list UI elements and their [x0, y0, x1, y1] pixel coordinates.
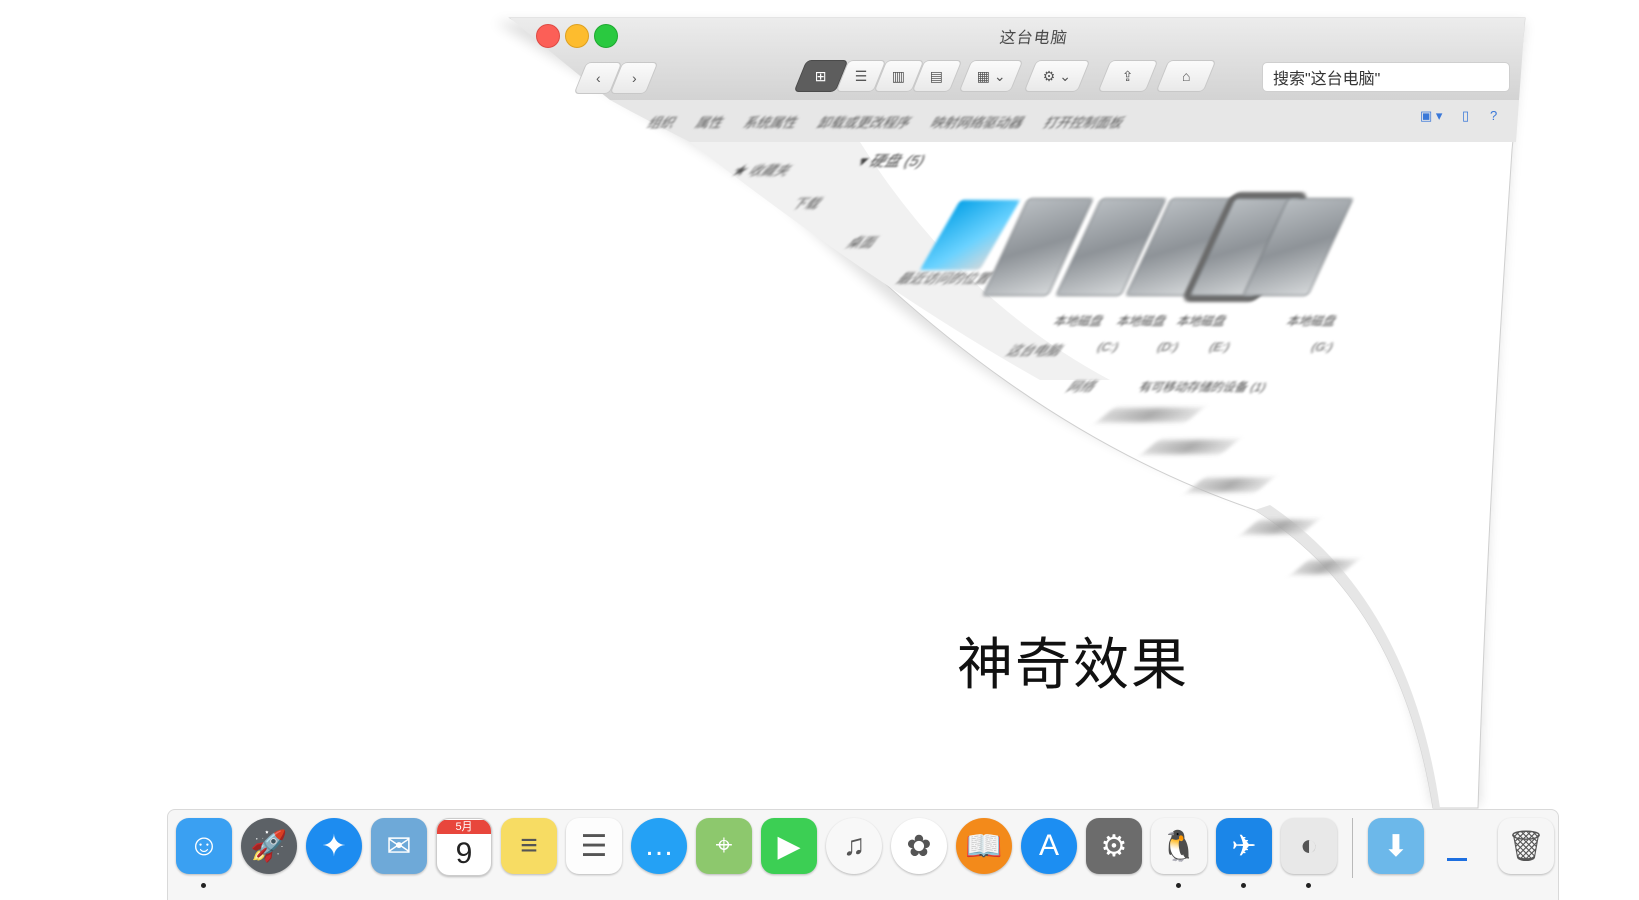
dock-icon-glyph: 🐧: [1160, 829, 1198, 863]
dock-item[interactable]: ≡: [501, 818, 557, 878]
genie-minimizing-window: 这台电脑 ‹ › ⊞ ☰ ▥ ▤ ▦ ⌄ ⚙ ⌄ ⇪ ⌂ 搜索"这台电脑" 组织…: [0, 0, 1639, 900]
dock-item[interactable]: ◐: [1281, 818, 1337, 888]
minimized-window-thumb[interactable]: [1433, 818, 1489, 874]
command-map-drive[interactable]: 映射网络驱动器: [928, 112, 1030, 131]
running-indicator: [1306, 883, 1311, 888]
running-indicator: [201, 883, 206, 888]
dock-icon-glyph: A: [1038, 829, 1059, 862]
itunes-icon[interactable]: ♫: [826, 818, 882, 874]
dock-item[interactable]: 🐧: [1151, 818, 1207, 888]
dock-icon-glyph: ◐: [1299, 829, 1319, 862]
finder-icon[interactable]: ☺: [176, 818, 232, 874]
dock-item[interactable]: ⬇: [1368, 818, 1424, 878]
trash-icon[interactable]: 🗑: [1498, 818, 1554, 874]
overlay-caption: 神奇效果: [957, 633, 1189, 696]
dock-icon-glyph: ✿: [906, 829, 932, 863]
dock-icon-glyph: ⬇: [1383, 829, 1409, 863]
safari-icon[interactable]: ✦: [306, 818, 362, 874]
dock-item[interactable]: ✈: [1216, 818, 1272, 888]
ibooks-icon[interactable]: 📖: [956, 818, 1012, 874]
command-control-panel[interactable]: 打开控制面板: [1041, 112, 1130, 131]
drive-c-label: 本地磁盘: [1051, 314, 1107, 328]
dock-item[interactable]: ▶: [761, 818, 817, 878]
preview-pane-icon[interactable]: ▯: [1462, 108, 1469, 124]
window-zoom-button[interactable]: [594, 24, 618, 48]
search-input[interactable]: 搜索"这台电脑": [1262, 62, 1510, 92]
drive-d-label: 本地磁盘: [1114, 314, 1170, 328]
dock-item[interactable]: ✦: [306, 818, 362, 878]
minimized-window-bar: [1447, 858, 1467, 861]
dock-item[interactable]: A: [1021, 818, 1077, 878]
dock-item[interactable]: 📖: [956, 818, 1012, 878]
dock-item[interactable]: ♫: [826, 818, 882, 878]
xunlei-icon[interactable]: ✈: [1216, 818, 1272, 874]
calendar-day-label: 9: [455, 837, 473, 870]
dock-item[interactable]: ☰: [566, 818, 622, 878]
mail-icon[interactable]: ✉: [371, 818, 427, 874]
dock-icon-glyph: ♫: [842, 829, 866, 862]
command-properties[interactable]: 属性: [693, 112, 730, 131]
photos-icon[interactable]: ✿: [891, 818, 947, 874]
dock-icon-glyph: 🗑: [1506, 829, 1546, 863]
window-title: 这台电脑: [998, 30, 1069, 47]
dock-item[interactable]: 5月 9: [436, 818, 492, 878]
dock-icon-glyph: 🚀: [250, 829, 288, 863]
app-store-icon[interactable]: A: [1021, 818, 1077, 874]
dock-item[interactable]: ✉: [371, 818, 427, 878]
drive-f-label: 本地磁盘: [1232, 314, 1288, 328]
dock-item[interactable]: ☺: [176, 818, 232, 888]
dock-icon-glyph: 📖: [965, 829, 1003, 863]
dock-icon-glyph: ⌖: [715, 829, 733, 862]
window-minimize-button[interactable]: [565, 24, 589, 48]
group-title-hard-disks[interactable]: ▾ 硬盘 (5): [854, 150, 930, 171]
dock-item[interactable]: …: [631, 818, 687, 878]
sidebar-item-recent[interactable]: 最近访问的位置: [893, 268, 999, 287]
dock-icon-glyph: ✦: [321, 829, 347, 863]
dock-item[interactable]: ⌖: [696, 818, 752, 878]
command-bar: 组织 属性 系统属性 卸载或更改程序 映射网络驱动器 打开控制面板: [640, 104, 1520, 138]
calendar-month-label: 5月: [437, 820, 491, 834]
window-close-button[interactable]: [536, 24, 560, 48]
messages-icon[interactable]: …: [631, 818, 687, 874]
running-indicator: [1241, 883, 1246, 888]
downloads-folder-icon[interactable]: ⬇: [1368, 818, 1424, 874]
drive-e-label: 本地磁盘: [1174, 314, 1230, 328]
command-uninstall[interactable]: 卸载或更改程序: [815, 112, 917, 131]
command-system-properties[interactable]: 系统属性: [741, 112, 804, 131]
notes-icon[interactable]: ≡: [501, 818, 557, 874]
dock-icon-glyph: …: [644, 829, 674, 862]
dock-icon-glyph: ≡: [520, 829, 538, 862]
smeared-row: [1142, 440, 1238, 454]
crossover-icon[interactable]: ◐: [1281, 818, 1337, 874]
dock-icon-glyph: ☺: [188, 829, 220, 862]
dock: ☺ 🚀 ✦ ✉ 5月 9 ≡ ☰… ⌖ ▶ ♫ ✿ 📖 A ⚙ 🐧 ✈ ◐ ⬇ 🗑: [167, 809, 1559, 900]
dock-item[interactable]: ⚙: [1086, 818, 1142, 878]
facetime-icon[interactable]: ▶: [761, 818, 817, 874]
dock-icon-glyph: ⚙: [1100, 829, 1128, 863]
dock-separator: [1352, 818, 1353, 878]
running-indicator: [1176, 883, 1181, 888]
dock-item[interactable]: ✿: [891, 818, 947, 878]
view-options-icon[interactable]: ▣ ▾: [1420, 108, 1442, 124]
dock-app-list: ☺ 🚀 ✦ ✉ 5月 9 ≡ ☰… ⌖ ▶ ♫ ✿ 📖 A ⚙ 🐧 ✈ ◐ ⬇ 🗑: [176, 818, 1554, 888]
removable-section-title[interactable]: 有可移动存储的设备 (1): [1136, 378, 1270, 395]
drive-g-label: 本地磁盘: [1284, 314, 1340, 328]
dock-item[interactable]: 🗑: [1498, 818, 1554, 878]
help-icon[interactable]: ?: [1490, 108, 1497, 123]
reminders-icon[interactable]: ☰: [566, 818, 622, 874]
dock-item[interactable]: 🚀: [241, 818, 297, 878]
dock-icon-glyph: ☰: [580, 829, 608, 863]
maps-icon[interactable]: ⌖: [696, 818, 752, 874]
calendar-icon[interactable]: 5月 9: [436, 818, 492, 876]
dock-icon-glyph: ✉: [386, 829, 412, 863]
launchpad-icon[interactable]: 🚀: [241, 818, 297, 874]
system-preferences-icon[interactable]: ⚙: [1086, 818, 1142, 874]
qq-icon[interactable]: 🐧: [1151, 818, 1207, 874]
dock-item[interactable]: [1433, 818, 1489, 878]
dock-icon-glyph: ✈: [1231, 829, 1257, 863]
smeared-row: [1097, 408, 1203, 422]
dock-icon-glyph: ▶: [777, 829, 801, 863]
